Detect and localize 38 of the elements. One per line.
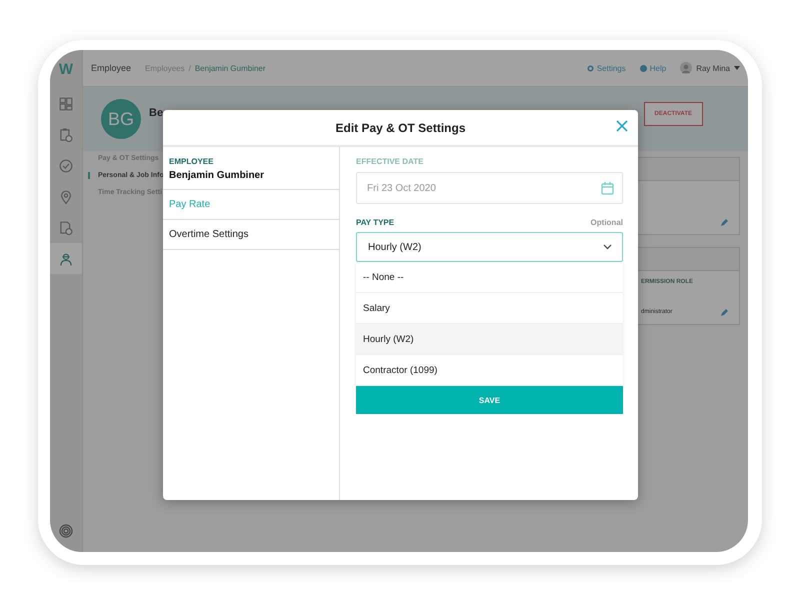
help-link[interactable]: Help xyxy=(650,64,666,72)
document-icon xyxy=(58,220,74,236)
dropdown-option[interactable]: -- None -- xyxy=(356,262,623,293)
pencil-icon[interactable] xyxy=(721,218,729,226)
dropdown-option[interactable]: Salary xyxy=(356,293,623,324)
avatar-icon xyxy=(680,62,692,74)
employee-name: Be xyxy=(149,107,164,119)
check-icon xyxy=(58,158,74,174)
employee-avatar: BG xyxy=(101,99,141,139)
pin-icon xyxy=(58,188,74,204)
settings-icon xyxy=(586,64,594,72)
optional-hint: Optional xyxy=(590,218,623,227)
pencil-icon[interactable] xyxy=(721,308,729,316)
field-label: PAY TYPE xyxy=(356,218,394,227)
dialog-nav-item[interactable]: Pay Rate xyxy=(163,190,339,220)
caret-icon[interactable] xyxy=(734,66,740,70)
pay-type-select[interactable]: Hourly (W2) xyxy=(356,232,623,262)
settings-link[interactable]: Settings xyxy=(596,64,626,72)
dialog-title: Edit Pay & OT Settings xyxy=(335,120,466,134)
clipboard-icon xyxy=(58,126,74,142)
dashboard-icon xyxy=(58,96,74,112)
user-name[interactable]: Ray Mina xyxy=(696,64,730,72)
dialog-nav-item[interactable]: Overtime Settings xyxy=(163,220,339,250)
field-label: EFFECTIVE DATE xyxy=(356,157,424,166)
sidebar-item[interactable] xyxy=(50,243,82,274)
save-button[interactable]: SAVE xyxy=(356,386,623,414)
dropdown-option[interactable]: Contractor (1099) xyxy=(356,355,623,386)
breadcrumb-link[interactable]: Benjamin Gumbiner xyxy=(194,64,266,72)
chevron-icon xyxy=(603,244,612,250)
close-icon xyxy=(616,120,628,132)
page-title: Employee xyxy=(91,63,132,73)
app-logo[interactable]: W xyxy=(58,61,74,78)
section-label: EMPLOYEE xyxy=(169,157,214,166)
calendar-icon xyxy=(601,182,614,194)
person-icon xyxy=(58,250,74,266)
close-button[interactable] xyxy=(616,120,628,132)
dropdown-option[interactable]: Hourly (W2) xyxy=(356,324,623,355)
breadcrumb-separator: / xyxy=(188,64,191,72)
